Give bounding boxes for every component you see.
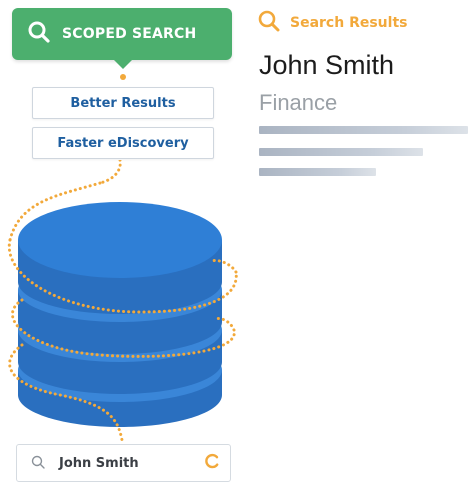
- feature-faster-ediscovery: Faster eDiscovery: [32, 127, 214, 159]
- search-input[interactable]: John Smith: [16, 444, 231, 482]
- feature-better-results: Better Results: [32, 87, 214, 119]
- placeholder-line: [259, 126, 468, 134]
- scoped-search-label: SCOPED SEARCH: [62, 26, 197, 42]
- placeholder-line: [259, 148, 423, 156]
- results-header: Search Results: [258, 10, 407, 36]
- results-title: Search Results: [290, 15, 408, 31]
- database-icon: [7, 160, 238, 442]
- connector-dot: [120, 74, 126, 80]
- badge-pointer: [113, 59, 133, 69]
- loading-spinner-icon: [204, 453, 220, 473]
- search-icon: [28, 21, 50, 47]
- scoped-search-badge: SCOPED SEARCH: [12, 8, 232, 60]
- search-query: John Smith: [59, 455, 139, 471]
- result-department: Finance: [259, 90, 338, 115]
- search-icon: [258, 10, 280, 36]
- placeholder-line: [259, 168, 376, 176]
- search-icon: [31, 454, 45, 473]
- result-name[interactable]: John Smith: [259, 50, 394, 81]
